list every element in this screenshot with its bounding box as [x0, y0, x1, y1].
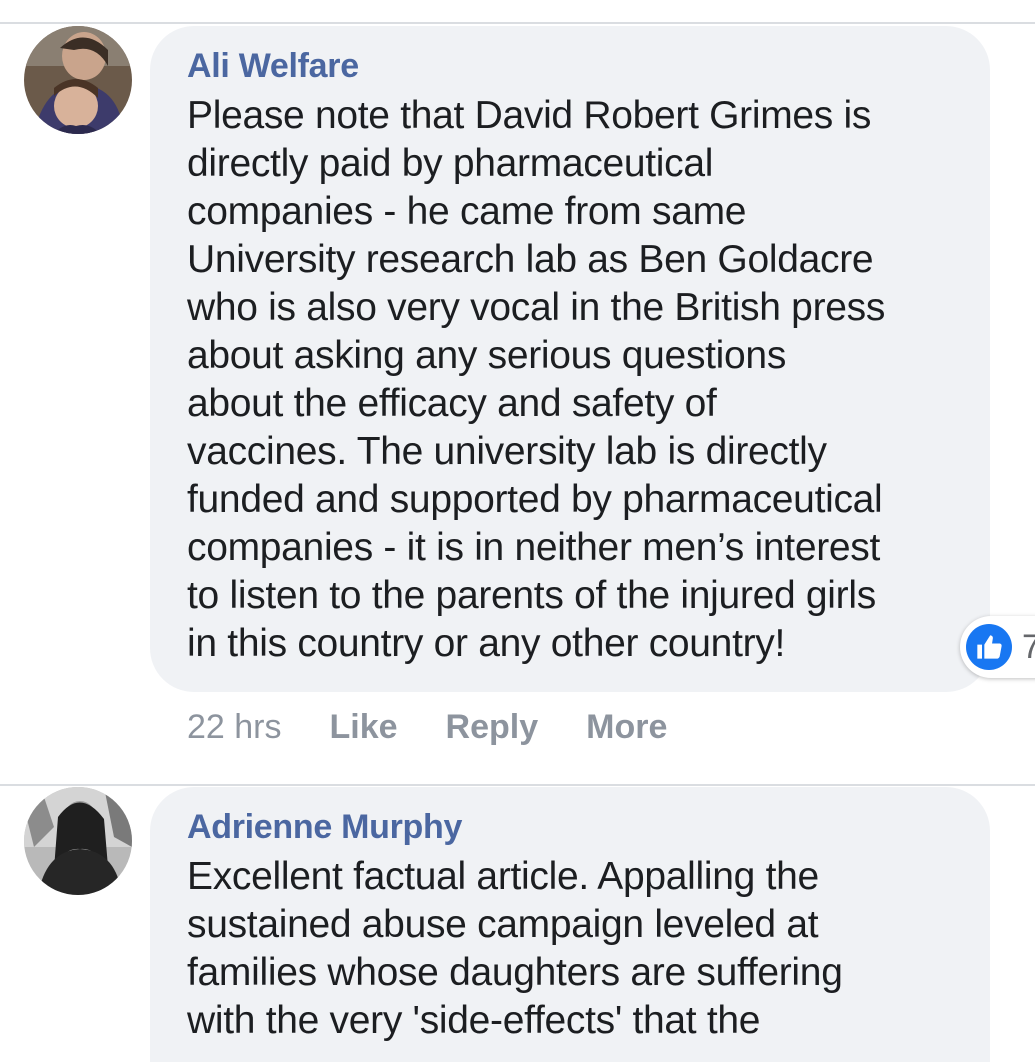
timestamp[interactable]: 22 hrs — [187, 707, 282, 747]
avatar[interactable] — [24, 787, 132, 895]
reaction-badge[interactable]: 7 — [960, 616, 1035, 678]
more-button[interactable]: More — [586, 707, 667, 747]
reaction-count: 7 — [1022, 627, 1035, 666]
avatar[interactable] — [24, 26, 132, 134]
divider-top — [0, 22, 1035, 24]
thumbs-up-icon — [966, 624, 1012, 670]
comment-text: Excellent factual article. Appalling the… — [187, 855, 843, 1042]
author-name[interactable]: Ali Welfare — [187, 46, 960, 86]
comment-text: Please note that David Robert Grimes is … — [187, 94, 886, 665]
divider-middle — [0, 784, 1035, 786]
comments-viewport: Ali Welfare Please note that David Rober… — [0, 0, 1035, 1062]
comment-actions: 22 hrs Like Reply More — [187, 707, 715, 747]
avatar-photo-icon — [24, 787, 132, 895]
comment-bubble: Ali Welfare Please note that David Rober… — [150, 26, 990, 692]
author-name[interactable]: Adrienne Murphy — [187, 807, 960, 847]
comment-bubble: Adrienne Murphy Excellent factual articl… — [150, 787, 990, 1062]
avatar-photo-icon — [24, 26, 132, 134]
reply-button[interactable]: Reply — [446, 707, 539, 747]
like-button[interactable]: Like — [330, 707, 398, 747]
